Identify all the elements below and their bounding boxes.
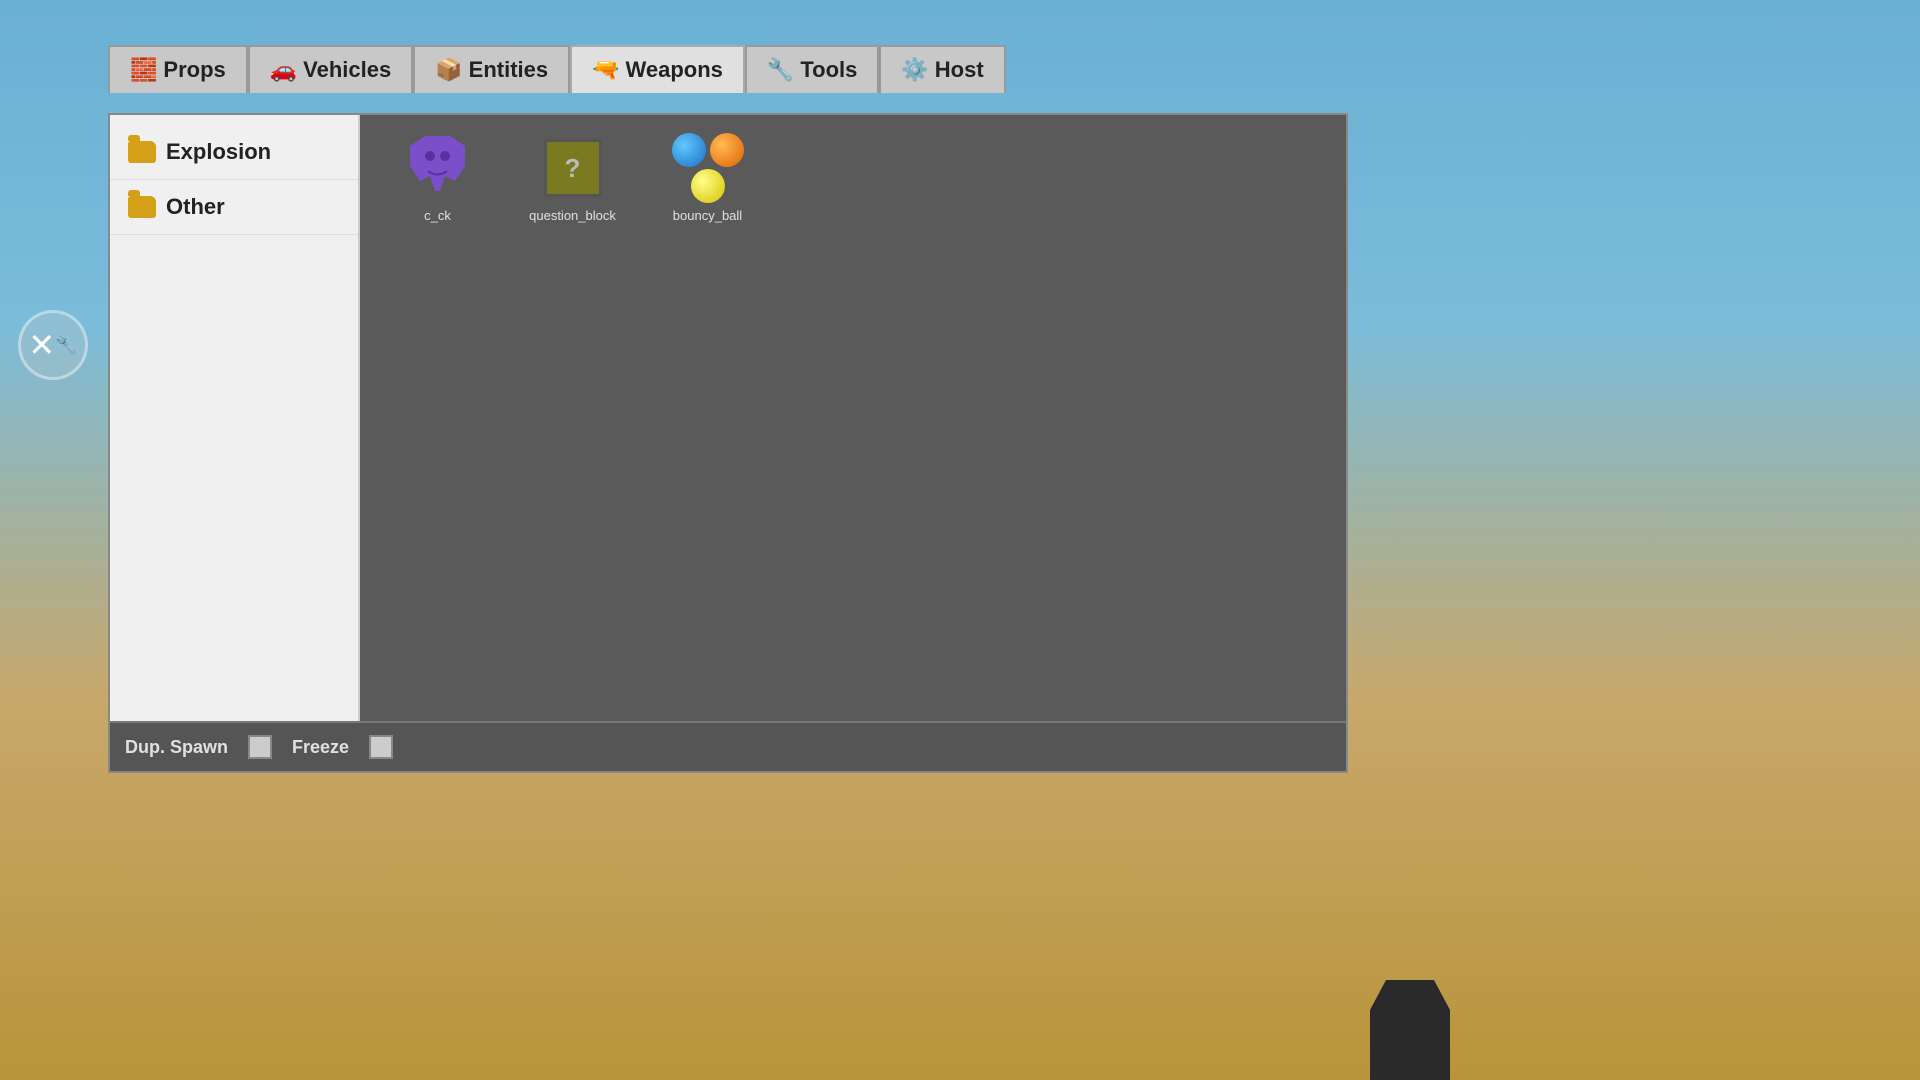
question-block-visual: ? (512, 132, 633, 204)
tab-vehicles-label: Vehicles (303, 57, 391, 83)
item-c-ck[interactable]: c_ck (375, 130, 500, 230)
bottom-hand (1350, 960, 1470, 1080)
host-icon: ⚙️ (901, 57, 928, 83)
hand-shape (1370, 980, 1450, 1080)
c-ck-visual (377, 132, 498, 204)
sidebar-item-other[interactable]: Other (110, 180, 358, 235)
dup-spawn-label: Dup. Spawn (125, 737, 228, 758)
freeze-checkbox[interactable] (369, 735, 393, 759)
entities-icon: 📦 (435, 57, 462, 83)
wrench-icon[interactable]: ✕🔧 (18, 310, 88, 380)
freeze-label: Freeze (292, 737, 349, 758)
items-grid: c_ck ? question_block (360, 115, 1346, 721)
vehicles-icon: 🚗 (270, 57, 297, 83)
ball-blue (672, 133, 706, 167)
tab-weapons-label: Weapons (626, 57, 723, 83)
content-body: Explosion Other c_ck (110, 115, 1346, 721)
tab-vehicles[interactable]: 🚗 Vehicles (248, 45, 413, 93)
sidebar-item-other-label: Other (166, 194, 225, 220)
c-ck-svg (410, 136, 465, 201)
tab-bar: 🧱 Props 🚗 Vehicles 📦 Entities 🔫 Weapons … (108, 45, 1006, 93)
tab-host[interactable]: ⚙️ Host (879, 45, 1005, 93)
tools-icon: 🔧 (767, 57, 794, 83)
item-bouncy-ball[interactable]: bouncy_ball (645, 130, 770, 230)
sidebar-item-explosion-label: Explosion (166, 139, 271, 165)
ball-row-top (672, 133, 744, 167)
folder-icon-other (128, 196, 156, 218)
dup-spawn-checkbox[interactable] (248, 735, 272, 759)
bottom-bar: Dup. Spawn Freeze (110, 721, 1346, 771)
ball-orange (710, 133, 744, 167)
tab-entities[interactable]: 📦 Entities (413, 45, 570, 93)
ball-yellow (691, 169, 725, 203)
tab-host-label: Host (935, 57, 984, 83)
sidebar-item-explosion[interactable]: Explosion (110, 125, 358, 180)
bouncy-ball-visual (647, 132, 768, 204)
tab-entities-label: Entities (469, 57, 548, 83)
item-question-block-label: question_block (529, 208, 616, 223)
item-bouncy-ball-label: bouncy_ball (673, 208, 742, 223)
tab-tools-label: Tools (800, 57, 857, 83)
item-question-block[interactable]: ? question_block (510, 130, 635, 230)
content-area: Explosion Other c_ck (108, 113, 1348, 773)
tab-props-label: Props (163, 57, 225, 83)
bouncy-ball-group (672, 133, 744, 203)
item-c-ck-label: c_ck (424, 208, 451, 223)
weapons-icon: 🔫 (592, 57, 619, 83)
question-block-shape: ? (544, 139, 602, 197)
sidebar: Explosion Other (110, 115, 360, 721)
tab-props[interactable]: 🧱 Props (108, 45, 248, 93)
tab-tools[interactable]: 🔧 Tools (745, 45, 879, 93)
tab-weapons[interactable]: 🔫 Weapons (570, 45, 745, 93)
props-icon: 🧱 (130, 57, 157, 83)
question-mark: ? (565, 153, 581, 184)
folder-icon-explosion (128, 141, 156, 163)
